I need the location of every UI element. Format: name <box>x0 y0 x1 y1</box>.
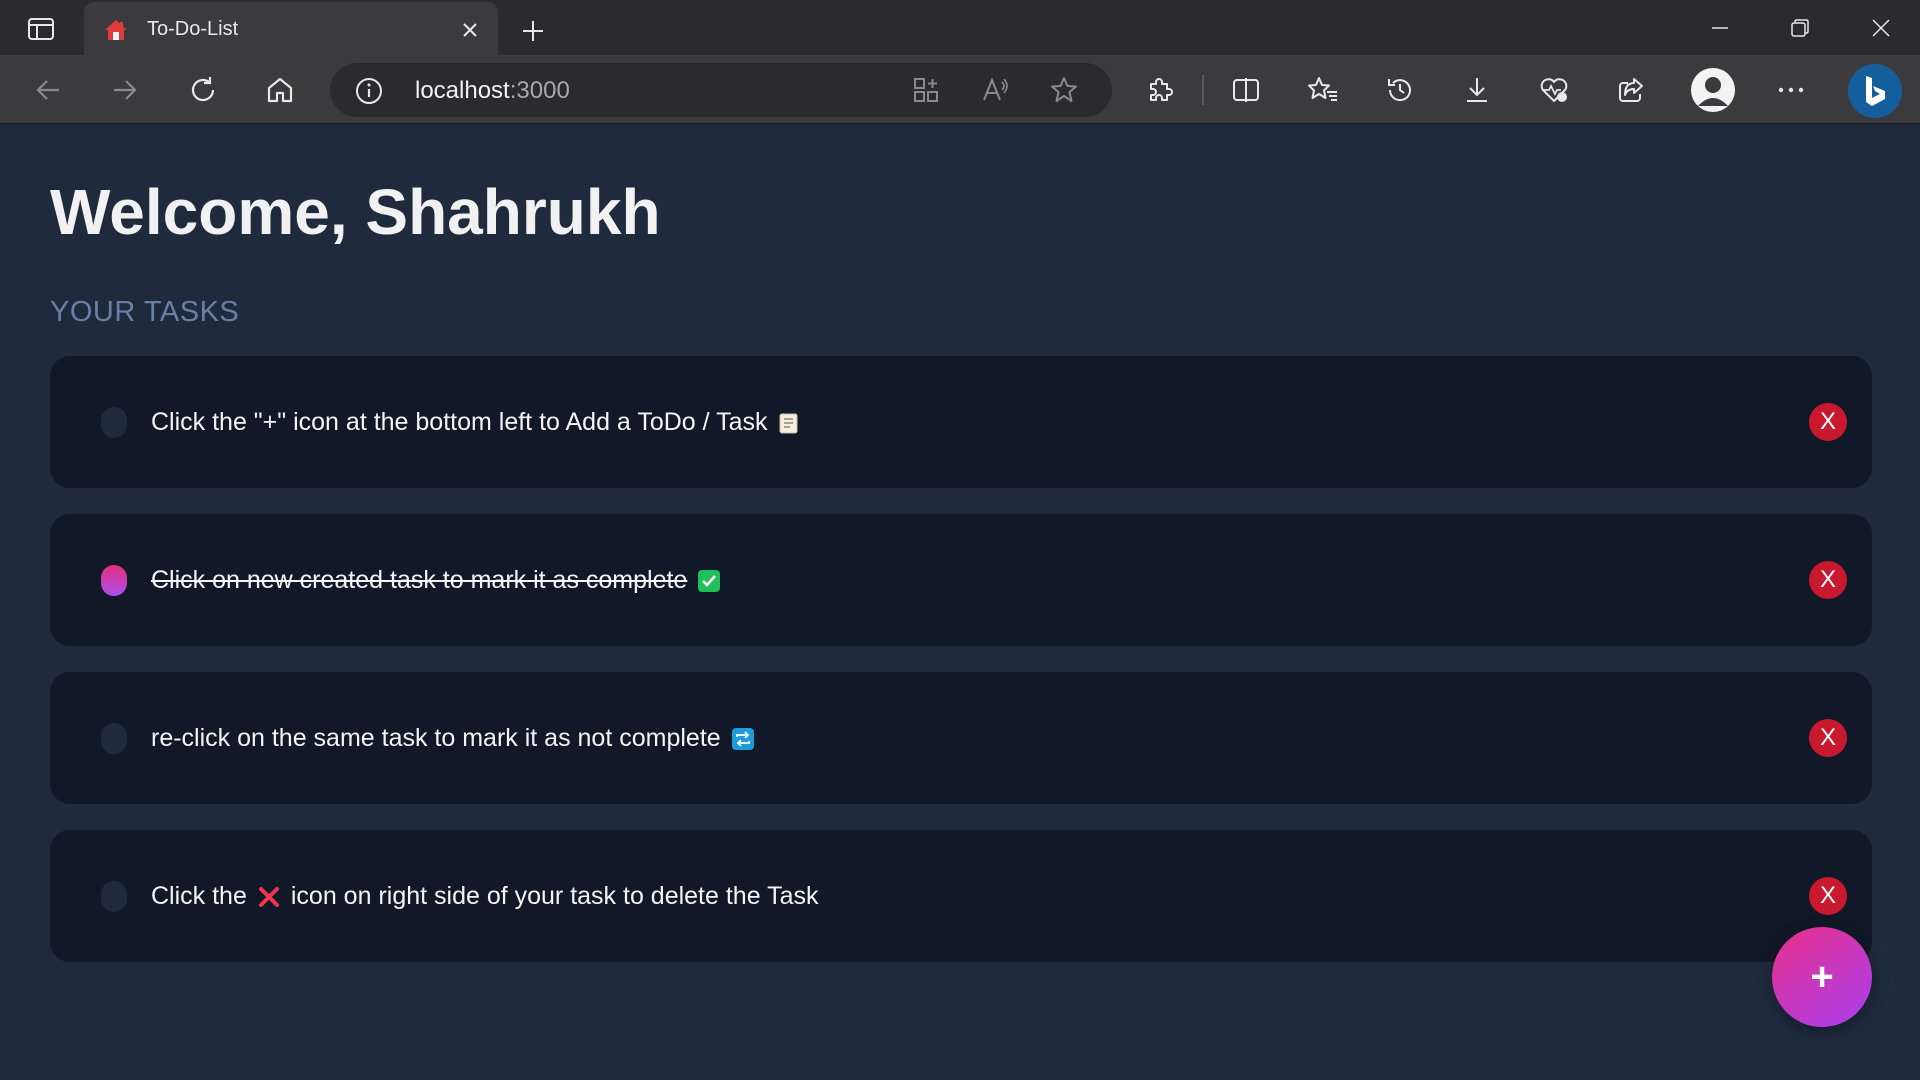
home-icon[interactable] <box>262 72 298 108</box>
close-window-icon[interactable] <box>1861 12 1901 44</box>
browser-tab-bar: To-Do-List <box>0 0 1920 55</box>
favorite-star-icon[interactable] <box>1048 74 1080 106</box>
url-host: localhost <box>415 77 510 104</box>
task-status-toggle[interactable] <box>101 723 127 754</box>
history-icon[interactable] <box>1382 72 1418 108</box>
back-icon[interactable] <box>30 72 66 108</box>
task-status-toggle[interactable] <box>101 881 127 912</box>
new-tab-icon[interactable] <box>518 16 548 46</box>
add-task-button[interactable]: + <box>1772 927 1872 1027</box>
task-item[interactable]: Click the icon on right side of your tas… <box>50 830 1872 962</box>
task-item[interactable]: re-click on the same task to mark it as … <box>50 672 1872 804</box>
task-status-toggle[interactable] <box>101 407 127 438</box>
delete-task-button[interactable]: X <box>1809 877 1847 915</box>
welcome-heading: Welcome, Shahrukh <box>50 176 661 248</box>
todo-page: Welcome, Shahrukh YOUR TASKS Click the "… <box>0 125 1920 1080</box>
browser-toolbar: localhost:3000 <box>0 55 1920 124</box>
repeat-icon <box>731 727 755 751</box>
cross-mark-icon <box>257 885 281 909</box>
tasks-section-title: YOUR TASKS <box>50 296 240 328</box>
task-text[interactable]: re-click on the same task to mark it as … <box>151 724 759 753</box>
task-item[interactable]: Click the "+" icon at the bottom left to… <box>50 356 1872 488</box>
more-options-icon[interactable] <box>1773 72 1809 108</box>
app-available-icon[interactable] <box>910 74 942 106</box>
task-status-toggle[interactable] <box>101 565 127 596</box>
delete-task-button[interactable]: X <box>1809 403 1847 441</box>
task-text-content: Click the "+" icon at the bottom left to… <box>151 408 768 436</box>
split-screen-icon[interactable] <box>1228 72 1264 108</box>
tab-actions-menu-icon[interactable] <box>24 16 58 42</box>
task-text[interactable]: Click the "+" icon at the bottom left to… <box>151 408 805 437</box>
restore-icon[interactable] <box>1780 12 1820 44</box>
forward-icon[interactable] <box>107 72 143 108</box>
check-mark-button-icon <box>697 569 721 593</box>
downloads-icon[interactable] <box>1459 72 1495 108</box>
task-text-content: Click on new created task to mark it as … <box>151 566 688 594</box>
delete-task-button[interactable]: X <box>1809 561 1847 599</box>
task-text[interactable]: Click the icon on right side of your tas… <box>151 882 819 911</box>
task-item[interactable]: Click on new created task to mark it as … <box>50 514 1872 646</box>
task-text-content-after: icon on right side of your task to delet… <box>290 882 819 910</box>
share-icon[interactable] <box>1613 72 1649 108</box>
scroll-icon <box>777 411 801 435</box>
address-bar[interactable]: localhost:3000 <box>330 63 1112 117</box>
read-aloud-icon[interactable] <box>980 74 1012 106</box>
favorites-icon[interactable] <box>1305 72 1341 108</box>
browser-essentials-icon[interactable] <box>1536 72 1572 108</box>
house-favicon-icon <box>104 18 128 42</box>
minimize-icon[interactable] <box>1700 12 1740 44</box>
tab-title: To-Do-List <box>147 18 239 40</box>
close-tab-icon[interactable] <box>458 18 482 42</box>
task-text-content: Click the <box>151 882 247 910</box>
bing-copilot-icon[interactable] <box>1848 64 1902 118</box>
extensions-icon[interactable] <box>1142 72 1178 108</box>
url-text[interactable]: localhost:3000 <box>415 77 570 105</box>
toolbar-divider <box>1202 75 1204 105</box>
refresh-icon[interactable] <box>185 72 221 108</box>
url-port: :3000 <box>509 77 570 104</box>
delete-task-button[interactable]: X <box>1809 719 1847 757</box>
site-info-icon[interactable] <box>354 76 384 106</box>
task-text[interactable]: Click on new created task to mark it as … <box>151 566 721 595</box>
browser-tab[interactable]: To-Do-List <box>84 2 498 55</box>
task-text-content: re-click on the same task to mark it as … <box>151 724 721 752</box>
profile-avatar-icon[interactable] <box>1691 68 1735 112</box>
